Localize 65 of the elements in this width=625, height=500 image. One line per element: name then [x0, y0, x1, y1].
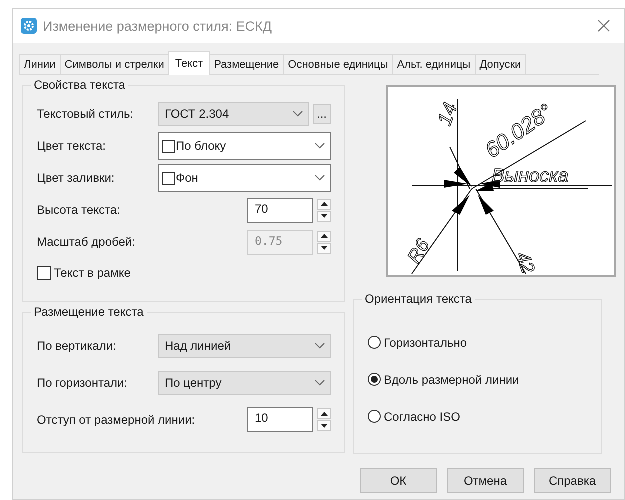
chevron-down-icon — [315, 380, 325, 386]
checkbox[interactable] — [37, 266, 51, 280]
radio-label: Вдоль размерной линии — [384, 372, 520, 386]
caret-up-icon — [320, 202, 328, 206]
radio-button[interactable] — [368, 373, 381, 386]
checkbox-label: Текст в рамке — [54, 266, 131, 280]
browse-button[interactable]: ... — [313, 104, 331, 124]
field-label: Отступ от размерной линии: — [37, 412, 196, 426]
dropdown-value: ГОСТ 2.304 — [165, 107, 230, 121]
dropdown-value: По центру — [165, 376, 222, 390]
window-title: Изменение размерного стиля: ЕСКД — [43, 18, 274, 34]
radio-button[interactable] — [368, 410, 381, 423]
number-field[interactable]: 10 — [247, 407, 313, 432]
field-label: Масштаб дробей: — [37, 235, 136, 249]
group-title: Ориентация текста — [362, 292, 475, 306]
spin-down-button[interactable] — [317, 420, 331, 431]
caret-up-icon — [320, 412, 328, 416]
number-field[interactable]: 70 — [247, 198, 313, 222]
dropdown[interactable]: По центру — [158, 370, 331, 394]
tab[interactable]: Линии — [19, 54, 61, 74]
dropdown[interactable]: Над линией — [158, 334, 331, 358]
app-icon — [21, 18, 37, 34]
caret-down-icon — [320, 424, 328, 428]
tab[interactable]: Допуски — [474, 54, 526, 74]
field-label: По горизонтали: — [37, 376, 128, 390]
number-field: 0.75 — [247, 230, 313, 254]
group-title: Свойства текста — [31, 78, 128, 92]
field-label: Цвет заливки: — [37, 171, 115, 185]
dropdown-value: Фон — [176, 171, 200, 185]
color-swatch-icon — [162, 140, 175, 152]
field-label: По вертикали: — [37, 338, 116, 352]
dialog-button[interactable]: Справка — [534, 468, 611, 493]
chevron-down-icon — [315, 175, 325, 181]
spin-up-button[interactable] — [317, 230, 331, 242]
dimension-label: R6 — [404, 236, 434, 268]
chevron-down-icon — [293, 111, 303, 117]
radio-label: Согласно ISO — [384, 410, 460, 424]
field-label: Цвет текста: — [37, 139, 106, 153]
dropdown-value: По блоку — [176, 139, 228, 153]
tab[interactable]: Текст — [168, 51, 210, 75]
group-title: Размещение текста — [31, 305, 147, 319]
radio-button[interactable] — [368, 336, 381, 349]
field-label: Текстовый стиль: — [37, 107, 134, 121]
dropdown[interactable]: Фон — [158, 164, 331, 192]
caret-up-icon — [320, 234, 328, 238]
color-swatch-icon — [162, 172, 175, 184]
field-label: Высота текста: — [37, 203, 120, 217]
spin-up-button[interactable] — [317, 408, 331, 419]
dimension-label: 14 — [434, 100, 462, 129]
dimension-label: 42 — [511, 250, 538, 277]
spin-down-button[interactable] — [317, 242, 331, 254]
dimension-label: Выноска — [492, 166, 569, 187]
chevron-down-icon — [315, 342, 325, 348]
caret-down-icon — [320, 246, 328, 250]
spin-down-button[interactable] — [317, 210, 331, 222]
radio-label: Горизонтально — [384, 336, 468, 350]
dropdown[interactable]: По блоку — [158, 132, 331, 160]
close-icon — [598, 20, 610, 32]
spin-up-button[interactable] — [317, 198, 331, 210]
dialog-button[interactable]: Отмена — [447, 468, 524, 493]
caret-down-icon — [320, 214, 328, 218]
dropdown-value: Над линией — [165, 338, 232, 352]
dialog-button[interactable]: ОК — [360, 468, 437, 493]
dropdown[interactable]: ГОСТ 2.304 — [158, 102, 309, 126]
chevron-down-icon — [315, 143, 325, 149]
